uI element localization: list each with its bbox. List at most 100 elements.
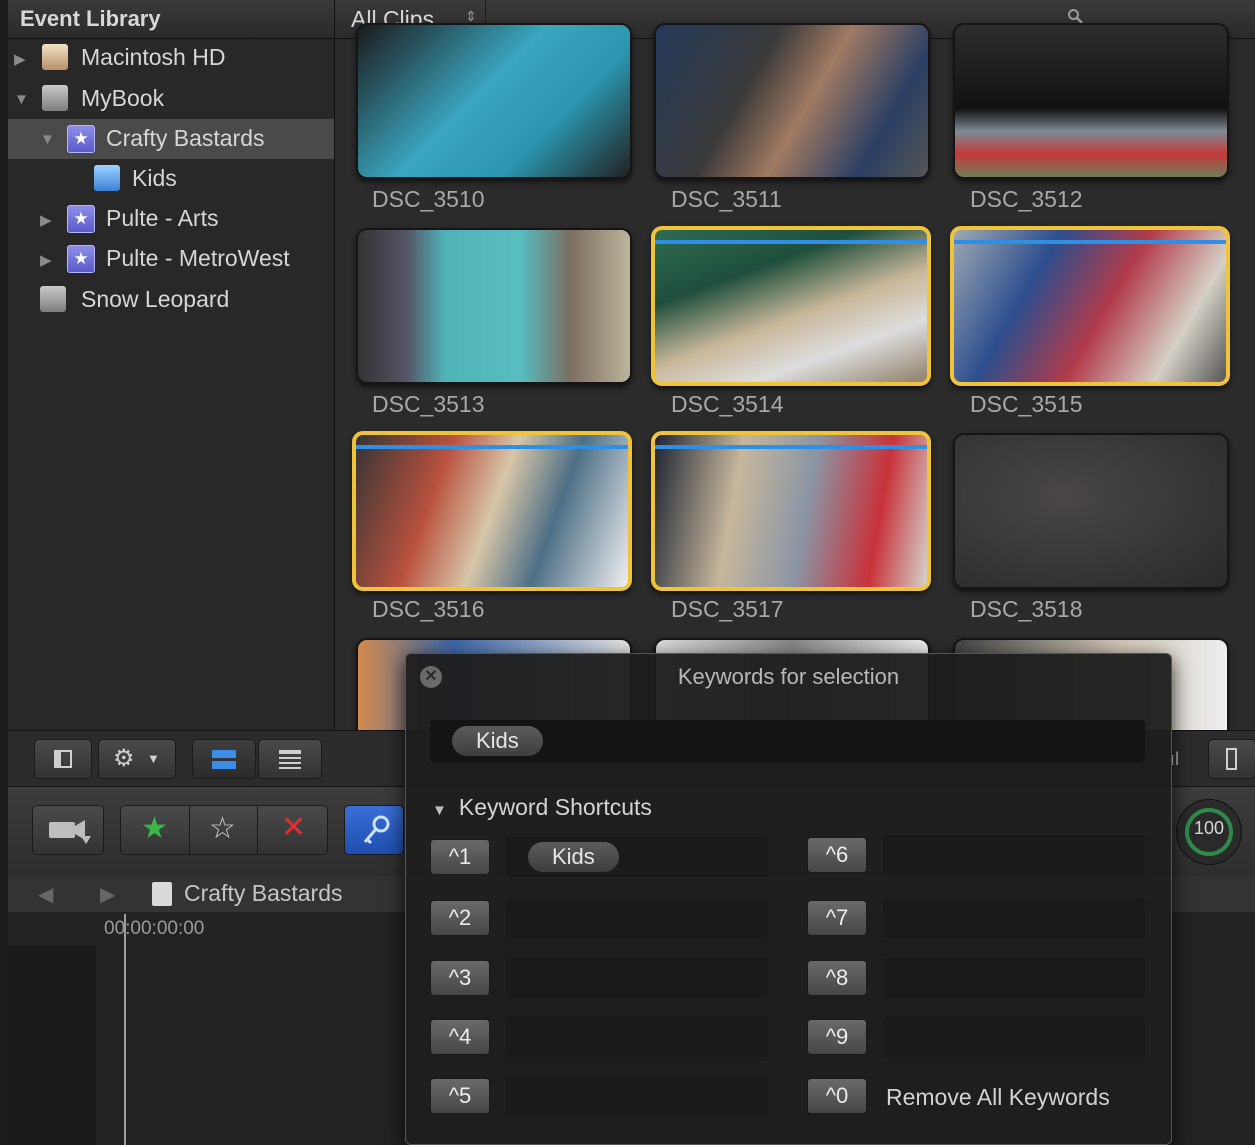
- clip-name: DSC_3514: [671, 391, 784, 417]
- library-item-pulte-metrowest[interactable]: ▶ ★ Pulte - MetroWest: [8, 239, 334, 279]
- filmstrip-view-button[interactable]: [192, 739, 256, 779]
- drive-icon: [40, 286, 66, 312]
- clip-thumbnail[interactable]: [654, 23, 930, 179]
- shortcut-field-7[interactable]: [883, 898, 1145, 938]
- keyword-token[interactable]: Kids: [452, 726, 543, 756]
- shortcut-field-5[interactable]: [506, 1076, 768, 1116]
- shortcut-key-7[interactable]: ^7: [807, 900, 867, 936]
- import-media-button[interactable]: [32, 805, 104, 855]
- clip-thumbnail-selected[interactable]: [352, 431, 632, 591]
- disclosure-right-icon[interactable]: ▶: [40, 251, 52, 269]
- clip-size-button[interactable]: [1208, 739, 1255, 779]
- rating-button-group: ★ ☆ ✕: [120, 805, 328, 855]
- project-title: Crafty Bastards: [184, 880, 343, 906]
- keyword-range-bar: [356, 445, 628, 449]
- background-tasks-button[interactable]: 100: [1176, 799, 1242, 865]
- close-icon[interactable]: ✕: [420, 666, 442, 688]
- keyword-token[interactable]: Kids: [528, 842, 619, 872]
- library-item-label: Macintosh HD: [81, 44, 226, 70]
- external-drive-icon: [42, 85, 68, 111]
- clip-name: DSC_3515: [970, 391, 1083, 417]
- filmstrip-view-icon: [212, 750, 236, 769]
- shortcut-key-6[interactable]: ^6: [807, 837, 867, 873]
- clip-thumbnail-selected[interactable]: [950, 226, 1230, 386]
- disclosure-down-icon[interactable]: ▼: [14, 91, 29, 108]
- disclosure-down-icon: ▼: [432, 802, 447, 819]
- shortcut-field-9[interactable]: [883, 1017, 1145, 1057]
- import-camera-icon: [49, 820, 91, 844]
- keywords-field[interactable]: Kids: [430, 720, 1145, 762]
- shortcut-key-1[interactable]: ^1: [430, 839, 490, 875]
- unrate-star-icon[interactable]: ☆: [209, 811, 236, 846]
- clip-name: DSC_3516: [372, 596, 485, 622]
- library-item-label: MyBook: [81, 85, 165, 111]
- gear-icon: ⚙: [113, 745, 135, 772]
- keyword-range-bar: [954, 240, 1226, 244]
- hud-title: Keywords for selection: [677, 664, 900, 689]
- clip-thumbnail[interactable]: [953, 23, 1229, 179]
- clip-name: DSC_3518: [970, 596, 1083, 622]
- action-menu-button[interactable]: ⚙ ▼: [98, 739, 176, 779]
- clip-name: DSC_3512: [970, 186, 1083, 212]
- shortcut-field-6[interactable]: [883, 835, 1145, 875]
- reject-x-icon[interactable]: ✕: [281, 810, 306, 845]
- forward-arrow-icon[interactable]: ▶: [100, 882, 115, 907]
- clip-thumbnail-selected[interactable]: [651, 431, 931, 591]
- library-item-macintosh-hd[interactable]: ▶ Macintosh HD: [8, 38, 334, 78]
- keyword-editor-button[interactable]: [344, 805, 404, 855]
- list-view-button[interactable]: [258, 739, 322, 779]
- background-tasks-percent: 100: [1193, 818, 1225, 838]
- disclosure-right-icon[interactable]: ▶: [14, 50, 26, 68]
- disclosure-down-icon[interactable]: ▼: [40, 131, 55, 148]
- library-item-label: Pulte - MetroWest: [106, 245, 290, 271]
- event-library-header: Event Library: [8, 0, 334, 39]
- shortcut-field-8[interactable]: [883, 958, 1145, 998]
- timeline-track-header: [8, 945, 96, 1145]
- shortcut-field-3[interactable]: [506, 958, 768, 998]
- shortcut-field-1[interactable]: Kids: [506, 837, 768, 877]
- back-arrow-icon[interactable]: ◀: [38, 882, 53, 907]
- shortcut-field-4[interactable]: [506, 1017, 768, 1057]
- timecode-ruler-label: 00:00:00:00: [104, 918, 205, 939]
- disclosure-right-icon[interactable]: ▶: [40, 211, 52, 229]
- library-item-crafty-bastards[interactable]: ▼ ★ Crafty Bastards: [8, 119, 334, 159]
- search-icon[interactable]: [1067, 8, 1083, 24]
- keyword-collection-icon: [94, 165, 120, 191]
- library-item-kids[interactable]: Kids: [8, 159, 334, 199]
- event-star-icon: ★: [67, 205, 95, 233]
- event-star-icon: ★: [67, 125, 95, 153]
- key-icon: [363, 815, 390, 845]
- clip-thumbnail-selected[interactable]: [651, 226, 931, 386]
- library-item-pulte-arts[interactable]: ▶ ★ Pulte - Arts: [8, 199, 334, 239]
- clip-thumbnail[interactable]: [356, 228, 632, 384]
- library-item-label: Pulte - Arts: [106, 205, 219, 231]
- shortcut-key-4[interactable]: ^4: [430, 1019, 490, 1055]
- library-item-snow-leopard[interactable]: Snow Leopard: [8, 280, 334, 320]
- shortcut-key-9[interactable]: ^9: [807, 1019, 867, 1055]
- project-icon: [152, 882, 172, 906]
- shortcut-key-0[interactable]: ^0: [807, 1078, 867, 1114]
- library-item-label: Crafty Bastards: [106, 125, 265, 151]
- keyword-range-bar: [655, 240, 927, 244]
- shortcut-key-2[interactable]: ^2: [430, 900, 490, 936]
- shortcut-key-3[interactable]: ^3: [430, 960, 490, 996]
- shortcut-key-8[interactable]: ^8: [807, 960, 867, 996]
- event-browser: All Clips ⇕ DSC_3510 DSC_3511 DSC_3512 D…: [335, 0, 1255, 730]
- shortcut-field-2[interactable]: [506, 898, 768, 938]
- clip-thumbnail-empty[interactable]: [953, 433, 1229, 589]
- clip-name: DSC_3511: [671, 186, 782, 212]
- favorite-star-icon[interactable]: ★: [141, 811, 168, 846]
- clip-thumbnail[interactable]: [356, 23, 632, 179]
- keyword-range-bar: [655, 445, 927, 449]
- house-drive-icon: [42, 44, 68, 70]
- playhead[interactable]: [124, 914, 126, 1145]
- shortcut-key-5[interactable]: ^5: [430, 1078, 490, 1114]
- list-view-icon: [279, 750, 301, 769]
- library-item-label: Kids: [132, 165, 177, 191]
- library-item-mybook[interactable]: ▼ MyBook: [8, 79, 334, 119]
- keyword-shortcuts-toggle[interactable]: ▼ Keyword Shortcuts: [432, 794, 652, 821]
- show-library-button[interactable]: [34, 739, 92, 779]
- chevron-down-icon: ▼: [147, 751, 160, 766]
- clip-name: DSC_3517: [671, 596, 784, 622]
- divider: [189, 806, 190, 854]
